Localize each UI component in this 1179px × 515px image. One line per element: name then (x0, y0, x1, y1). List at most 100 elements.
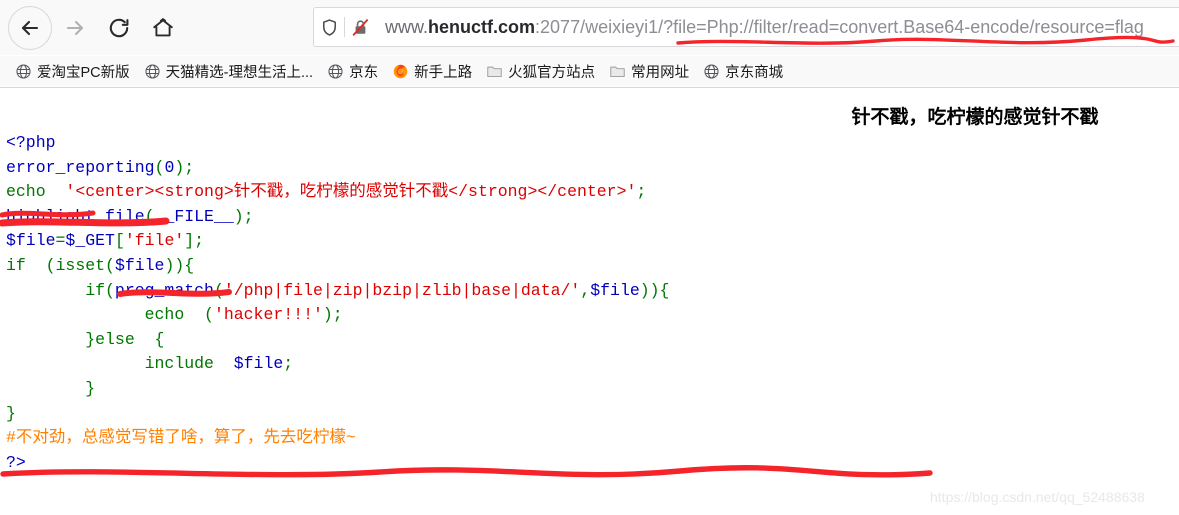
globe-icon (144, 63, 161, 80)
code-token: ; (636, 182, 647, 202)
code-token: [ (114, 231, 125, 251)
bookmarks-bar: 爱淘宝PC新版 天猫精选-理想生活上... 京东 新手上路 火狐官方站点 常用网址 京东商城 (0, 56, 1179, 86)
lock-crossed-out-icon[interactable] (345, 17, 375, 38)
code-token: isset (55, 255, 106, 275)
folder-icon (609, 63, 626, 80)
code-token: __FILE__ (154, 206, 234, 226)
code-token: 'hacker!!!' (213, 305, 323, 325)
firefox-icon (392, 63, 409, 80)
bookmark-label: 京东商城 (725, 64, 784, 81)
code-token: $file (233, 354, 284, 374)
code-token: #不对劲，总感觉写错了啥，算了，先去吃柠檬~ (6, 428, 356, 448)
code-token: ] (184, 231, 195, 251)
bookmark-label: 新手上路 (414, 64, 473, 81)
code-line: error_reporting(0); (6, 156, 669, 181)
code-token: ; (283, 354, 294, 374)
bookmark-label: 天猫精选-理想生活上... (165, 64, 314, 81)
globe-icon (327, 63, 344, 80)
address-bar[interactable]: www.henuctf.com:2077/weixieyi1/?file=Php… (313, 7, 1179, 47)
bookmark-label: 常用网址 (631, 64, 690, 81)
browser-window: www.henuctf.com:2077/weixieyi1/?file=Php… (0, 0, 1179, 515)
bookmark-item[interactable]: 常用网址 (602, 59, 696, 84)
bookmark-item[interactable]: 新手上路 (385, 59, 479, 84)
reload-button[interactable] (98, 7, 140, 49)
code-token: ( (154, 157, 165, 177)
reload-icon (107, 16, 131, 40)
code-token: 'file' (124, 231, 185, 251)
code-line: if(preg_match('/php|file|zip|bzip|zlib|b… (6, 279, 669, 304)
code-line: $file=$_GET['file']; (6, 229, 669, 254)
code-token: , (580, 280, 591, 300)
code-token: )){ (639, 280, 670, 300)
code-token: = (55, 231, 66, 251)
code-line: } (6, 402, 669, 427)
globe-icon (15, 63, 32, 80)
bookmark-item[interactable]: 天猫精选-理想生活上... (137, 59, 320, 84)
url-text[interactable]: www.henuctf.com:2077/weixieyi1/?file=Php… (375, 17, 1179, 38)
globe-icon (703, 63, 720, 80)
code-token: '/php|file|zip|bzip|zlib|base|data/' (223, 280, 581, 300)
bookmark-item[interactable]: 爱淘宝PC新版 (8, 59, 137, 84)
bookmark-item[interactable]: 京东商城 (696, 59, 790, 84)
url-prefix: www. (385, 16, 429, 37)
code-token: 0 (164, 157, 175, 177)
url-path: :2077/weixieyi1/?file=Php://filter/read=… (535, 16, 1144, 37)
bookmark-label: 爱淘宝PC新版 (37, 64, 130, 81)
code-token: <?php (6, 133, 56, 152)
code-token: $file (6, 231, 56, 251)
code-token: ( (25, 255, 56, 275)
code-line: #不对劲，总感觉写错了啥，算了，先去吃柠檬~ (6, 426, 669, 451)
code-token: { (134, 329, 165, 349)
code-line: include $file; (6, 352, 669, 377)
shield-icon[interactable] (314, 18, 344, 37)
code-token: } (6, 403, 16, 423)
folder-icon (486, 63, 503, 80)
bookmark-label: 火狐官方站点 (508, 64, 596, 81)
code-token: echo (6, 182, 46, 202)
bookmark-item[interactable]: 火狐官方站点 (479, 59, 602, 84)
code-token: highlight_file (6, 206, 145, 226)
code-token: )){ (164, 255, 195, 275)
code-token: ) (174, 157, 185, 177)
browser-toolbar: www.henuctf.com:2077/weixieyi1/?file=Php… (0, 0, 1179, 88)
toolbar-divider (0, 87, 1179, 88)
code-token: if (6, 255, 26, 275)
code-line: echo ('hacker!!!'); (6, 303, 669, 328)
code-token: ( (144, 206, 155, 226)
code-token: ; (332, 305, 343, 325)
home-icon (151, 16, 175, 40)
back-button[interactable] (8, 6, 52, 50)
home-button[interactable] (142, 7, 184, 49)
forward-button[interactable] (54, 7, 96, 49)
code-token: ; (184, 157, 195, 177)
bookmark-item[interactable]: 京东 (320, 59, 385, 84)
code-line: ?> (6, 451, 669, 476)
code-token: ) (322, 305, 333, 325)
code-token: error_reporting (6, 157, 155, 177)
code-token: echo (6, 305, 185, 325)
code-token: ( (184, 305, 214, 325)
code-token: ( (105, 255, 115, 275)
code-token: ; (194, 231, 205, 251)
back-arrow-icon (18, 16, 42, 40)
code-token: '<center><strong>针不戳，吃柠檬的感觉针不戳</strong><… (65, 182, 637, 202)
code-line: } (6, 377, 669, 402)
code-token: ( (213, 280, 224, 300)
code-token: $_GET (65, 231, 115, 251)
code-token: $file (114, 255, 165, 275)
code-line: }else { (6, 328, 669, 353)
code-token: ; (243, 206, 254, 226)
url-host: henuctf.com (428, 16, 536, 37)
code-token: ) (233, 206, 244, 226)
forward-arrow-icon (63, 16, 87, 40)
code-token: } (6, 378, 96, 398)
watermark: https://blog.csdn.net/qq_52488638 (930, 489, 1145, 505)
code-token: if( (6, 280, 115, 300)
code-token: ?> (6, 452, 26, 472)
code-token: $file (590, 280, 640, 300)
bookmark-label: 京东 (349, 64, 379, 81)
code-line: echo '<center><strong>针不戳，吃柠檬的感觉针不戳</str… (6, 180, 669, 205)
code-line: if (isset($file)){ (6, 254, 669, 279)
